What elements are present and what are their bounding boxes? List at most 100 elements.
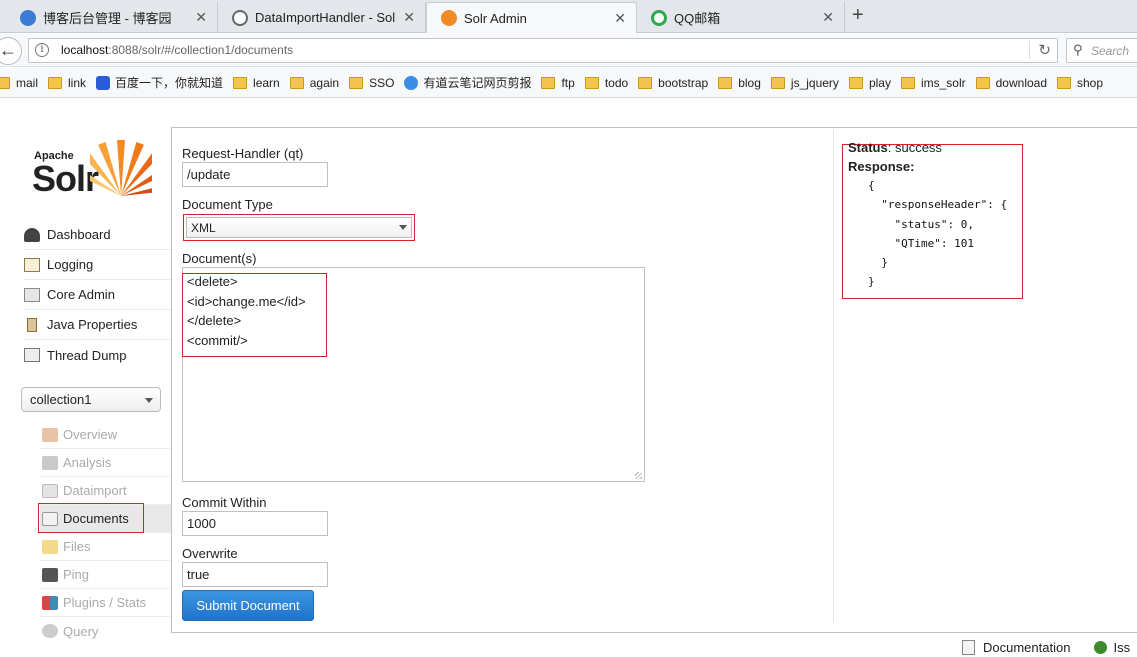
bookmark-play[interactable]: play [848,76,891,90]
folder-icon [900,76,915,89]
info-icon[interactable]: i [35,43,49,57]
cnblogs-favicon-icon [20,9,36,26]
documents-label: Document(s) [182,251,257,266]
request-handler-label: Request-Handler (qt) [182,146,304,161]
menu-dashboard[interactable]: Dashboard [24,220,172,250]
core-menu-dataimport[interactable]: Dataimport [40,477,172,505]
core-menu-plugins-stats[interactable]: Plugins / Stats [40,589,172,617]
commit-within-input[interactable]: 1000 [182,511,328,536]
core-menu: Overview Analysis Dataimport Documents F… [40,421,172,645]
close-tab-icon[interactable]: ✕ [403,9,415,26]
request-handler-input[interactable]: /update [182,162,328,187]
solr-sidebar: Apache Solr Dashboard Logging Core Admin… [0,98,172,657]
folder-icon [584,76,599,89]
menu-core-admin[interactable]: Core Admin [24,280,172,310]
bookmark-blog[interactable]: blog [718,76,761,90]
footer-links: Documentation Iss [962,637,1130,657]
plugins-blocks-icon [42,595,58,610]
core-menu-analysis[interactable]: Analysis [40,449,172,477]
folder-icon [541,76,556,89]
folder-icon [48,76,63,89]
commit-within-label: Commit Within [182,495,267,510]
folder-icon [349,76,364,89]
folder-icon [638,76,653,89]
reload-icon[interactable]: ↻ [1029,41,1051,59]
search-box[interactable]: ⚲ Search [1066,38,1137,63]
core-menu-overview[interactable]: Overview [40,421,172,449]
tab-cnblogs[interactable]: 博客后台管理 - 博客园 ✕ [6,2,218,33]
submit-document-button[interactable]: Submit Document [182,590,314,621]
core-selector[interactable]: collection1 [21,387,161,412]
issues-link[interactable]: Iss [1113,640,1130,655]
bookmark-sso[interactable]: SSO [349,76,394,90]
ping-monitor-icon [42,567,58,582]
bookmark-bootstrap[interactable]: bootstrap [638,76,708,90]
main-menu: Dashboard Logging Core Admin Java Proper… [24,220,172,370]
bookmark-download[interactable]: download [975,76,1047,90]
folder-icon [770,76,785,89]
document-type-highlight-box [183,214,415,241]
resize-grip-icon[interactable] [635,472,642,479]
bookmark-ftp[interactable]: ftp [541,76,575,90]
thread-dump-icon [24,348,40,362]
bug-icon [1094,640,1108,654]
documents-highlight-box [38,503,144,533]
bookmark-youdao[interactable]: 有道云笔记网页剪报 [404,74,531,91]
bookmark-baidu[interactable]: 百度一下，你就知道 [96,74,223,91]
tab-solr-admin[interactable]: Solr Admin ✕ [426,2,637,33]
response-json: { "responseHeader": { "status": 0, "QTim… [868,179,1008,289]
bookmark-link[interactable]: link [48,76,86,90]
dataimport-icon [42,483,58,498]
url-text[interactable]: localhost:8088/solr/#/collection1/docume… [61,43,293,57]
core-menu-files[interactable]: Files [40,533,172,561]
tab-qq-mail[interactable]: QQ邮箱 ✕ [637,2,845,33]
java-cup-icon [27,317,37,332]
funnel-icon [42,455,58,470]
bookmark-shop[interactable]: shop [1057,76,1103,90]
solr-favicon-icon [441,10,457,26]
documentation-link[interactable]: Documentation [983,640,1070,655]
wiki-favicon-icon [232,9,248,26]
browser-tab-bar: 博客后台管理 - 博客园 ✕ DataImportHandler - Solr … [0,0,1137,33]
bookmark-js-jquery[interactable]: js_jquery [770,76,839,90]
core-menu-query[interactable]: Query [40,617,172,645]
overwrite-input[interactable]: true [182,562,328,587]
menu-logging[interactable]: Logging [24,250,172,280]
folder-icon [1057,76,1071,89]
core-menu-ping[interactable]: Ping [40,561,172,589]
folder-icon [289,76,304,89]
dashboard-icon [24,227,40,242]
new-tab-icon[interactable]: + [852,4,864,27]
close-tab-icon[interactable]: ✕ [822,9,834,26]
bookmark-todo[interactable]: todo [584,76,628,90]
bookmark-ims-solr[interactable]: ims_solr [900,76,966,90]
column-divider [833,130,834,622]
menu-thread-dump[interactable]: Thread Dump [24,340,172,370]
document-icon [962,639,975,655]
address-bar[interactable]: i localhost:8088/solr/#/collection1/docu… [28,38,1058,63]
home-icon [42,427,58,442]
navigation-toolbar: ← i localhost:8088/solr/#/collection1/do… [0,34,1137,67]
tab-dataimporthandler[interactable]: DataImportHandler - Solr ... ✕ [218,2,426,33]
folder-icon [718,76,733,89]
response-label: Response: [848,159,915,174]
youdao-note-icon [404,75,419,90]
solr-logo[interactable]: Apache Solr [32,134,157,199]
menu-java-properties[interactable]: Java Properties [24,310,172,340]
logging-icon [24,257,40,272]
folder-icon [975,76,990,89]
close-tab-icon[interactable]: ✕ [195,9,207,26]
overwrite-label: Overwrite [182,546,238,561]
folder-icon [233,76,248,89]
core-admin-icon [24,287,40,302]
baidu-paw-icon [96,75,111,90]
bookmark-again[interactable]: again [289,76,339,90]
bookmark-learn[interactable]: learn [233,76,280,90]
magnifier-icon [42,624,58,638]
close-tab-icon[interactable]: ✕ [614,10,626,27]
bookmark-mail[interactable]: mail [0,76,38,90]
back-arrow-icon[interactable]: ← [0,37,22,65]
folder-icon [848,76,863,89]
solr-sunburst-icon [90,140,152,196]
folder-icon [42,539,58,554]
